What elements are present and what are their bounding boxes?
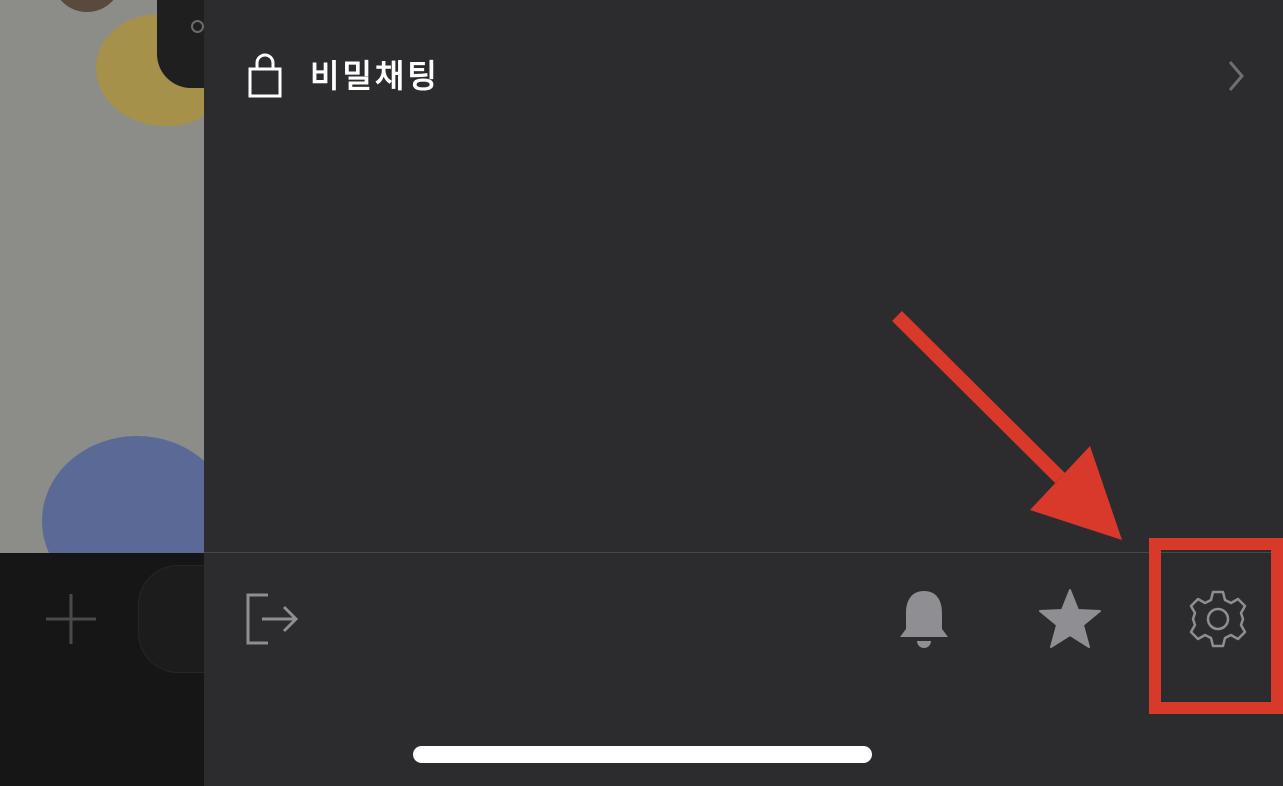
screen: 비밀채팅	[0, 0, 1283, 786]
message-bubble	[157, 0, 204, 88]
secret-chat-menu-item[interactable]: 비밀채팅	[204, 30, 1283, 122]
gear-icon	[1189, 590, 1247, 648]
chevron-right-icon	[1228, 61, 1244, 91]
chat-background	[0, 0, 204, 553]
avatar	[52, 0, 122, 12]
secret-chat-label: 비밀채팅	[310, 57, 440, 95]
leave-chat-button[interactable]	[240, 585, 304, 653]
wallpaper-shape	[42, 436, 204, 553]
bubble-dot	[191, 20, 204, 33]
lock-icon	[248, 53, 282, 98]
star-icon	[1039, 589, 1101, 648]
settings-button[interactable]	[1186, 585, 1250, 653]
plus-icon[interactable]	[44, 592, 98, 646]
favorite-button[interactable]	[1036, 585, 1104, 653]
home-indicator	[413, 746, 872, 763]
bell-icon	[900, 591, 948, 648]
notification-button[interactable]	[894, 585, 954, 655]
divider	[204, 552, 1283, 553]
exit-icon	[246, 593, 299, 645]
chat-drawer: 비밀채팅	[204, 0, 1283, 786]
